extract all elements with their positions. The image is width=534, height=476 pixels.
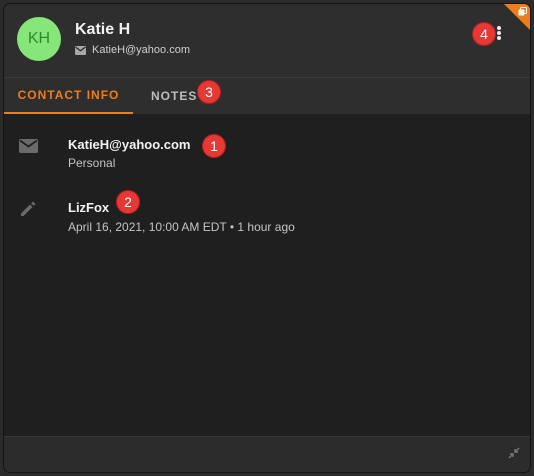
email-type: Personal [68, 156, 116, 170]
tab-bar: CONTACT INFO NOTES [4, 78, 530, 114]
header-email-text: KatieH@yahoo.com [92, 44, 190, 56]
header-email: KatieH@yahoo.com [75, 44, 190, 56]
copy-icon[interactable] [518, 7, 527, 16]
annotation-badge-1: 1 [203, 135, 225, 157]
annotation-badge-3: 3 [198, 81, 220, 103]
envelope-icon [75, 45, 86, 55]
note-timestamp: April 16, 2021, 10:00 AM EDT • 1 hour ag… [68, 220, 295, 234]
pencil-icon [21, 201, 36, 216]
contact-card: KH Katie H KatieH@yahoo.com CONTACT INFO… [4, 4, 530, 472]
contact-header: KH Katie H KatieH@yahoo.com [4, 4, 530, 78]
contact-name: Katie H [75, 21, 131, 38]
tab-contact-info[interactable]: CONTACT INFO [4, 78, 133, 114]
collapse-icon[interactable] [508, 447, 520, 459]
card-footer [4, 436, 530, 472]
email-value: KatieH@yahoo.com [68, 137, 191, 152]
annotation-badge-4: 4 [473, 23, 495, 45]
tab-notes[interactable]: NOTES [143, 78, 205, 114]
annotation-badge-2: 2 [117, 191, 139, 213]
note-author: LizFox [68, 200, 110, 215]
avatar: KH [17, 17, 61, 61]
envelope-icon [19, 139, 38, 153]
